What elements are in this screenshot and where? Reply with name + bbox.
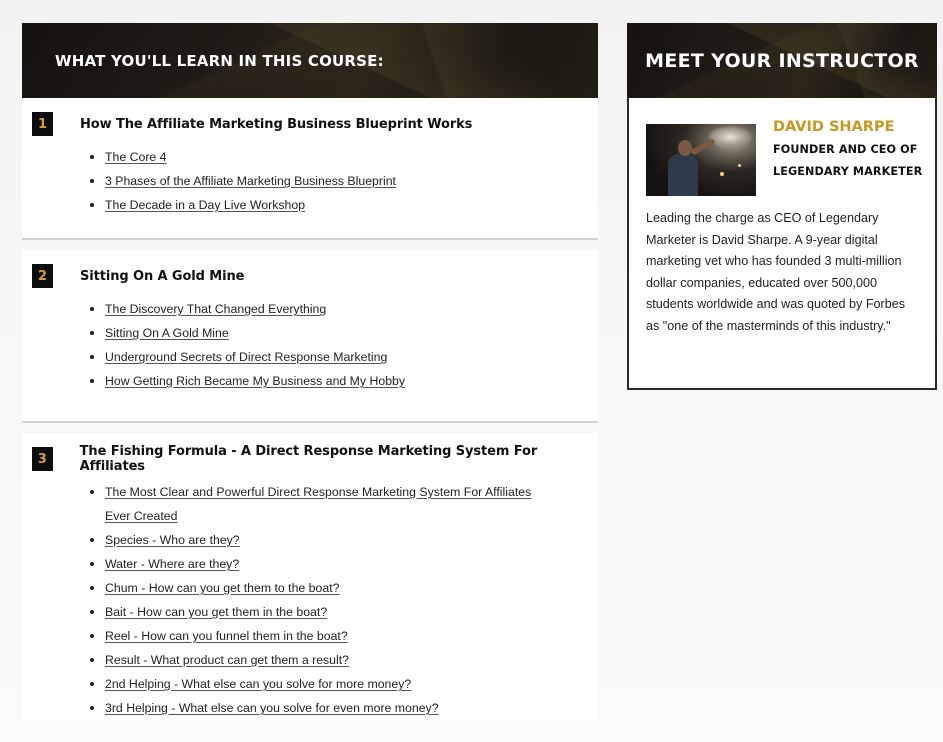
- lesson-item: Reel - How can you funnel them in the bo…: [90, 624, 555, 648]
- bullet-icon: [90, 203, 94, 207]
- bullet-icon: [90, 634, 94, 638]
- instructor-photo: [646, 124, 756, 196]
- lesson-link[interactable]: Bait - How can you get them in the boat?: [105, 605, 327, 619]
- course-outline-header: WHAT YOU'LL LEARN IN THIS COURSE:: [22, 23, 598, 98]
- bullet-icon: [90, 706, 94, 710]
- course-outline: WHAT YOU'LL LEARN IN THIS COURSE: 1 How …: [22, 23, 598, 720]
- bullet-icon: [90, 490, 94, 494]
- module-header: 2 Sitting On A Gold Mine: [22, 263, 598, 289]
- lesson-list: The Discovery That Changed Everything Si…: [22, 297, 598, 393]
- lesson-link[interactable]: 3 Phases of the Affiliate Marketing Busi…: [105, 174, 396, 188]
- lesson-item: How Getting Rich Became My Business and …: [90, 369, 555, 393]
- instructor-panel-title: MEET YOUR INSTRUCTOR: [645, 49, 919, 72]
- lesson-link[interactable]: Underground Secrets of Direct Response M…: [105, 350, 387, 364]
- module-title: Sitting On A Gold Mine: [80, 268, 245, 284]
- lesson-link[interactable]: The Core 4: [105, 150, 167, 164]
- lesson-item: Result - What product can get them a res…: [90, 648, 555, 672]
- module-header: 1 How The Affiliate Marketing Business B…: [22, 111, 598, 137]
- lesson-item: Sitting On A Gold Mine: [90, 321, 555, 345]
- lesson-link[interactable]: The Discovery That Changed Everything: [105, 302, 326, 316]
- lesson-link[interactable]: The Most Clear and Powerful Direct Respo…: [105, 485, 531, 523]
- bullet-icon: [90, 379, 94, 383]
- instructor-profile: DAVID SHARPE FOUNDER AND CEO OF LEGENDAR…: [646, 118, 923, 196]
- module-header: 3 The Fishing Formula - A Direct Respons…: [22, 444, 598, 474]
- lesson-item: Underground Secrets of Direct Response M…: [90, 345, 555, 369]
- instructor-role: FOUNDER AND CEO OF LEGENDARY MARKETER: [773, 143, 923, 178]
- instructor-name: DAVID SHARPE: [773, 119, 895, 135]
- lesson-link[interactable]: 2nd Helping - What else can you solve fo…: [105, 677, 411, 691]
- module-title: The Fishing Formula - A Direct Response …: [79, 444, 538, 474]
- lesson-item: Bait - How can you get them in the boat?: [90, 600, 555, 624]
- bullet-icon: [90, 307, 94, 311]
- module-card: 3 The Fishing Formula - A Direct Respons…: [22, 433, 598, 720]
- instructor-bio: Leading the charge as CEO of Legendary M…: [646, 211, 906, 333]
- module-card: 2 Sitting On A Gold Mine The Discovery T…: [22, 250, 598, 423]
- lesson-item: The Decade in a Day Live Workshop: [90, 193, 555, 217]
- lesson-list: The Core 4 3 Phases of the Affiliate Mar…: [22, 145, 598, 217]
- instructor-panel-header: MEET YOUR INSTRUCTOR: [627, 23, 937, 98]
- bullet-icon: [90, 658, 94, 662]
- module-number-badge: 1: [32, 112, 53, 136]
- lesson-item: Species - Who are they?: [90, 528, 555, 552]
- lesson-link[interactable]: Water - Where are they?: [105, 557, 239, 571]
- lesson-link[interactable]: Species - Who are they?: [105, 533, 240, 547]
- lesson-link[interactable]: How Getting Rich Became My Business and …: [105, 374, 405, 388]
- lesson-link[interactable]: Chum - How can you get them to the boat?: [105, 581, 339, 595]
- lesson-list: The Most Clear and Powerful Direct Respo…: [22, 480, 598, 720]
- lesson-link[interactable]: 3rd Helping - What else can you solve fo…: [105, 701, 439, 715]
- lesson-link[interactable]: Reel - How can you funnel them in the bo…: [105, 629, 348, 643]
- lesson-item: Chum - How can you get them to the boat?: [90, 576, 555, 600]
- lesson-item: The Discovery That Changed Everything: [90, 297, 555, 321]
- module-number-badge: 2: [32, 264, 53, 288]
- lesson-item: The Most Clear and Powerful Direct Respo…: [90, 480, 555, 528]
- bullet-icon: [90, 179, 94, 183]
- lesson-link[interactable]: Result - What product can get them a res…: [105, 653, 349, 667]
- instructor-name-block: DAVID SHARPE FOUNDER AND CEO OF LEGENDAR…: [773, 118, 923, 196]
- bullet-icon: [90, 155, 94, 159]
- course-outline-title: WHAT YOU'LL LEARN IN THIS COURSE:: [55, 51, 384, 70]
- bullet-icon: [90, 355, 94, 359]
- lesson-item: 2nd Helping - What else can you solve fo…: [90, 672, 555, 696]
- module-number-badge: 3: [32, 447, 53, 471]
- instructor-panel: MEET YOUR INSTRUCTOR DAVID SHARPE FOUNDE…: [627, 23, 937, 390]
- lesson-item: The Core 4: [90, 145, 555, 169]
- lesson-link[interactable]: Sitting On A Gold Mine: [105, 326, 229, 340]
- bullet-icon: [90, 331, 94, 335]
- lesson-item: Water - Where are they?: [90, 552, 555, 576]
- module-title: How The Affiliate Marketing Business Blu…: [80, 116, 473, 132]
- bullet-icon: [90, 682, 94, 686]
- lesson-link[interactable]: The Decade in a Day Live Workshop: [105, 198, 305, 212]
- lesson-item: 3rd Helping - What else can you solve fo…: [90, 696, 555, 720]
- bullet-icon: [90, 538, 94, 542]
- lesson-item: 3 Phases of the Affiliate Marketing Busi…: [90, 169, 555, 193]
- bullet-icon: [90, 562, 94, 566]
- bullet-icon: [90, 586, 94, 590]
- bullet-icon: [90, 610, 94, 614]
- module-card: 1 How The Affiliate Marketing Business B…: [22, 98, 598, 240]
- instructor-card: DAVID SHARPE FOUNDER AND CEO OF LEGENDAR…: [627, 98, 937, 390]
